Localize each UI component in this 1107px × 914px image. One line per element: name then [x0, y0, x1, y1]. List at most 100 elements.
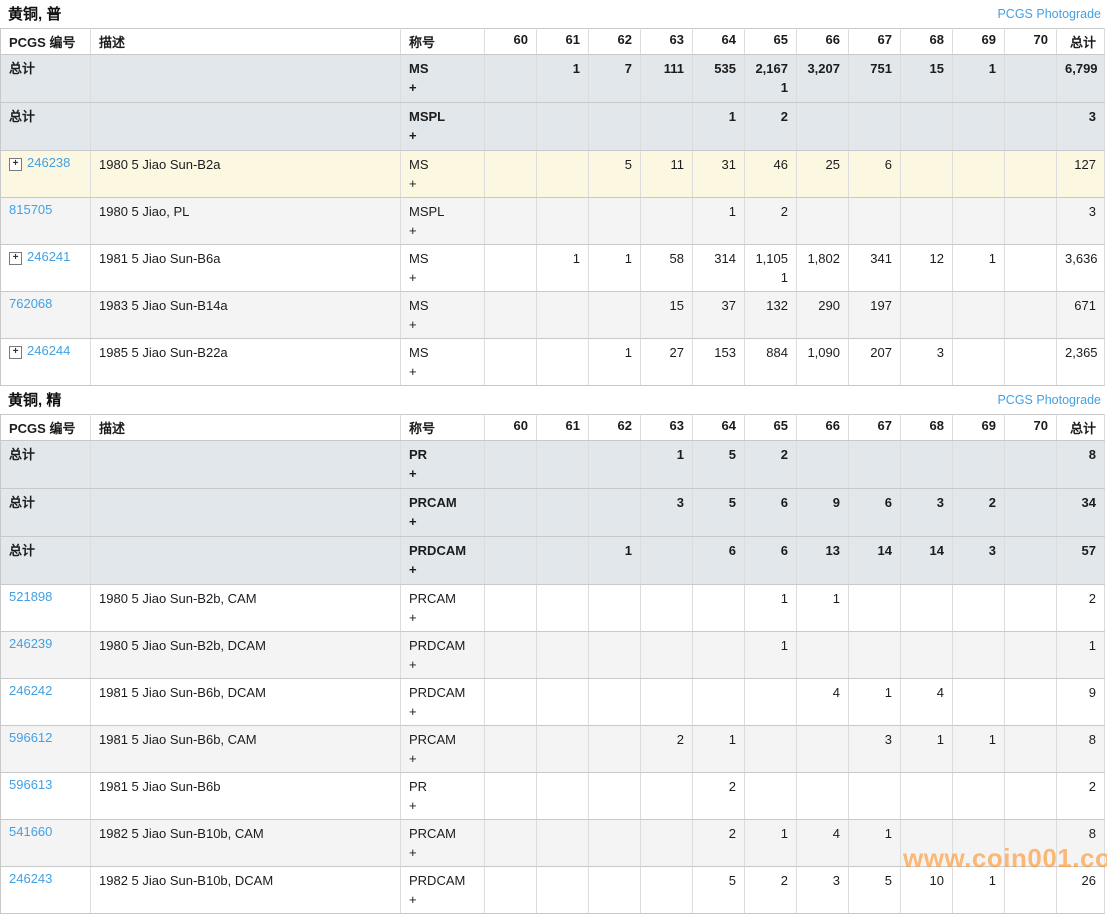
pcgs-number-link[interactable]: 596612 — [9, 730, 52, 745]
total-cell: 1 — [1056, 631, 1105, 679]
grade-cell-67: 197 — [848, 291, 901, 339]
grade-cell-65: 6 — [744, 536, 797, 585]
column-header-grade-69: 69 — [952, 28, 1005, 55]
column-header-grade-63: 63 — [640, 414, 693, 441]
grade-cell-64: 5 — [692, 488, 745, 537]
pcgs-number-link[interactable]: 246243 — [9, 871, 52, 886]
population-table-section: 黄铜, 普 PCGS Photograde PCGS 编号 描述 称号 60 61 62 63 6… — [0, 0, 1107, 386]
grade-cell-70 — [1004, 150, 1057, 198]
description-cell: 1981 5 Jiao Sun-B6b — [90, 772, 401, 820]
grade-count: 1 — [624, 345, 632, 360]
pcgs-number-link[interactable]: 246238 — [27, 155, 70, 170]
description-cell: 1980 5 Jiao, PL — [90, 197, 401, 245]
total-count: 26 — [1081, 873, 1096, 888]
designation-text: MS — [409, 298, 429, 313]
expand-icon[interactable]: + — [9, 346, 22, 359]
grade-count: 12 — [929, 251, 944, 266]
designation-plus: + — [409, 845, 417, 860]
pcgs-number-link[interactable]: 246244 — [27, 343, 70, 358]
grade-cell-65 — [744, 772, 797, 820]
grade-cell-64: 31 — [692, 150, 745, 198]
grade-count: 1,802 — [807, 251, 840, 266]
description-cell: 1982 5 Jiao Sun-B10b, CAM — [90, 819, 401, 867]
grade-count: 2 — [780, 447, 788, 462]
grade-cell-68 — [900, 150, 953, 198]
column-header-grade-62: 62 — [588, 28, 641, 55]
pcgs-number-link[interactable]: 246242 — [9, 683, 52, 698]
description-cell: 1980 5 Jiao Sun-B2a — [90, 150, 401, 198]
designation-cell: MS + — [400, 54, 485, 103]
pcgs-number-link[interactable]: 596613 — [9, 777, 52, 792]
grade-cell-64: 5 — [692, 866, 745, 914]
designation-plus: + — [409, 466, 417, 481]
grade-count: 4 — [832, 826, 840, 841]
designation-cell: MS + — [400, 244, 485, 292]
grade-cell-60 — [484, 819, 537, 867]
summary-label: 总计 — [9, 447, 36, 462]
section-header: 黄铜, 精 PCGS Photograde — [0, 386, 1107, 414]
grade-cell-68: 4 — [900, 678, 953, 726]
table-row: 246243 1982 5 Jiao Sun-B10b, DCAM PRDCAM +5… — [0, 866, 1105, 914]
grade-cell-64: 37 — [692, 291, 745, 339]
total-cell: 3,636 — [1056, 244, 1105, 292]
pcgs-number-link[interactable]: 815705 — [9, 202, 52, 217]
total-count: 3 — [1088, 109, 1096, 124]
designation-cell: MSPL + — [400, 197, 485, 245]
section-title: 黄铜, 精 — [8, 392, 62, 409]
column-header-grade-64: 64 — [692, 28, 745, 55]
column-header-grade-62: 62 — [588, 414, 641, 441]
summary-row: 总计 PRCAM +3 5 6 9 6 3 2 34 — [0, 488, 1105, 537]
grade-cell-70 — [1004, 54, 1057, 103]
grade-cell-65: 2 — [744, 102, 797, 151]
grade-count: 3,207 — [807, 61, 840, 76]
grade-cell-63: 15 — [640, 291, 693, 339]
population-table: PCGS 编号 描述 称号 60 61 62 63 64 65 66 67 68 69 70 总计 总计 MS +… — [0, 28, 1105, 386]
designation-plus: + — [409, 514, 417, 529]
grade-count: 1 — [676, 447, 684, 462]
designation-plus: + — [409, 892, 417, 907]
grade-cell-67: 751 — [848, 54, 901, 103]
grade-count: 3 — [988, 543, 996, 558]
pcgs-photograde-link[interactable]: PCGS Photograde — [997, 393, 1101, 407]
pcgs-cell: 596613 — [0, 772, 91, 820]
grade-cell-62 — [588, 866, 641, 914]
grade-cell-70 — [1004, 631, 1057, 679]
expand-icon[interactable]: + — [9, 252, 22, 265]
grade-cell-68: 10 — [900, 866, 953, 914]
grade-cell-70 — [1004, 488, 1057, 537]
grade-cell-66: 3 — [796, 866, 849, 914]
total-cell: 34 — [1056, 488, 1105, 537]
expand-icon[interactable]: + — [9, 158, 22, 171]
grade-cell-64: 314 — [692, 244, 745, 292]
grade-count: 14 — [877, 543, 892, 558]
total-cell: 6,799 — [1056, 54, 1105, 103]
grade-cell-64: 1 — [692, 197, 745, 245]
column-header-grade-63: 63 — [640, 28, 693, 55]
summary-label: 总计 — [9, 61, 36, 76]
pcgs-number-link[interactable]: 541660 — [9, 824, 52, 839]
grade-cell-63: 27 — [640, 338, 693, 386]
pcgs-number-link[interactable]: 521898 — [9, 589, 52, 604]
pcgs-number-link[interactable]: 762068 — [9, 296, 52, 311]
table-row: +246238 1980 5 Jiao Sun-B2a MS +5 11 31 46 25 6 1… — [0, 150, 1105, 198]
grade-cell-69 — [952, 440, 1005, 489]
grade-count: 11 — [670, 157, 685, 172]
grade-cell-65: 884 — [744, 338, 797, 386]
description-text: 1980 5 Jiao Sun-B2b, DCAM — [99, 638, 266, 653]
pcgs-photograde-link[interactable]: PCGS Photograde — [997, 7, 1101, 21]
grade-cell-70 — [1004, 244, 1057, 292]
grade-cell-62 — [588, 488, 641, 537]
table-row: 596612 1981 5 Jiao Sun-B6b, CAM PRCAM +2 1 3 1… — [0, 725, 1105, 773]
grade-cell-63 — [640, 866, 693, 914]
designation-plus: + — [409, 610, 417, 625]
grade-cell-68: 3 — [900, 488, 953, 537]
grade-cell-70 — [1004, 584, 1057, 632]
pcgs-number-link[interactable]: 246241 — [27, 249, 70, 264]
total-count: 2 — [1088, 779, 1096, 794]
pcgs-cell: 总计 — [0, 440, 91, 489]
pcgs-number-link[interactable]: 246239 — [9, 636, 52, 651]
grade-cell-70 — [1004, 536, 1057, 585]
grade-cell-63 — [640, 631, 693, 679]
pcgs-cell: 总计 — [0, 536, 91, 585]
grade-cell-64 — [692, 584, 745, 632]
